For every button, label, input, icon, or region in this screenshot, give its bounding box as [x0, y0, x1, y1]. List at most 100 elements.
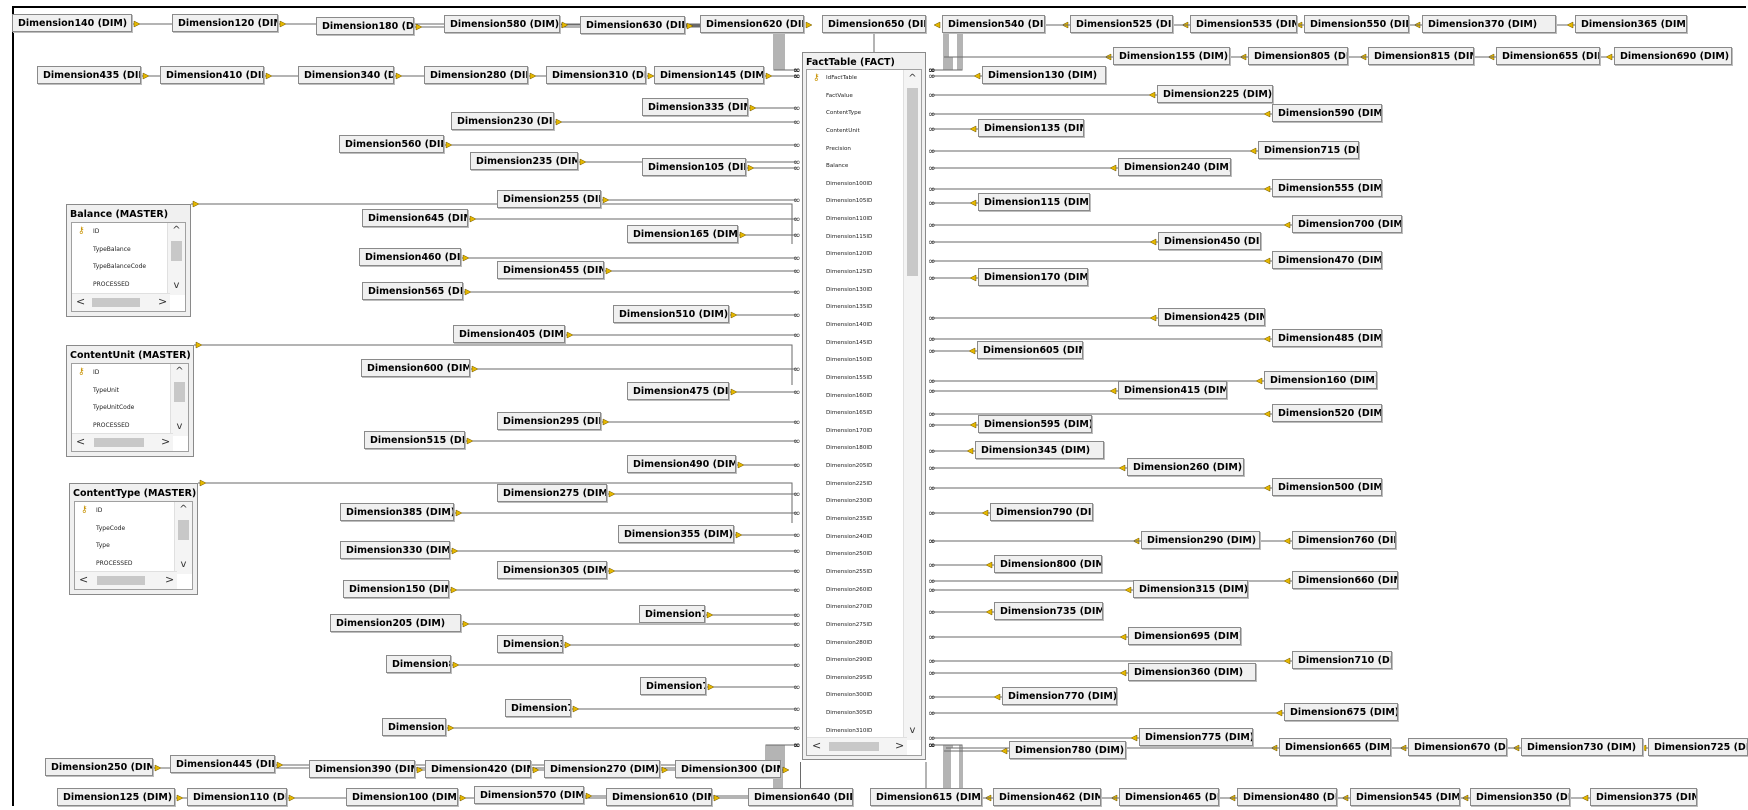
scroll-right-arrow-icon[interactable]: > — [161, 434, 170, 450]
scroll-down-arrow-icon[interactable]: v — [168, 279, 185, 293]
dimension-table[interactable]: Dimension455 (DIM) — [497, 261, 604, 279]
scroll-right-arrow-icon[interactable]: > — [158, 294, 167, 310]
scroll-left-arrow-icon[interactable]: < — [79, 572, 88, 588]
dimension-table[interactable]: Dimension130 (DIM) — [982, 66, 1106, 84]
scroll-thumb[interactable] — [174, 382, 185, 402]
dimension-table[interactable]: Dimension730 (DIM) — [1521, 738, 1643, 756]
dimension-table[interactable]: Dimension630 (DIM) — [580, 16, 685, 34]
dimension-table[interactable]: Dimension300 (DIM) — [675, 760, 781, 778]
dimension-table[interactable]: Dimension620 (DIM) — [700, 15, 804, 33]
dimension-table[interactable]: Dimension280 (DIM) — [424, 66, 528, 84]
dimension-table[interactable]: Dimension75 — [505, 699, 571, 717]
master-table-contenttype[interactable]: ContentType (MASTER) ⚷ ID TypeCode Type P… — [69, 483, 198, 595]
dimension-table[interactable]: Dimension115 (DIM) — [978, 193, 1090, 211]
dimension-table[interactable]: Dimension370 (DIM) — [1422, 15, 1556, 33]
dimension-table[interactable]: Dimension100 (DIM) — [346, 788, 458, 806]
dimension-table[interactable]: Dimension565 (DIM) — [362, 282, 463, 300]
dimension-table[interactable]: Dimension465 (DIM) — [1119, 788, 1219, 806]
fact-table[interactable]: FactTable (FACT) ⚷ IdFactTable FactValue Co… — [802, 52, 926, 760]
dimension-table[interactable]: Dimension350 (DIM) — [1470, 788, 1570, 806]
dimension-table[interactable]: Dimension110 (DIM) — [187, 788, 287, 806]
scroll-down-arrow-icon[interactable]: v — [171, 420, 188, 434]
dimension-table[interactable]: Dimension165 (DIM) — [627, 225, 738, 243]
dimension-table[interactable]: Dimension425 (DIM) — [1158, 308, 1265, 326]
dimension-table[interactable]: Dimension460 (DIM) — [359, 248, 461, 266]
dimension-table[interactable]: Dimension725 (DIM) — [1648, 738, 1748, 756]
horizontal-scrollbar[interactable]: < > — [72, 433, 173, 451]
dimension-table[interactable]: Dimension485 (DIM) — [1272, 329, 1382, 347]
dimension-table[interactable]: Dimension360 (DIM) — [1128, 663, 1256, 681]
vertical-scrollbar[interactable]: ^ v — [167, 223, 185, 295]
dimension-table[interactable]: Dimension275 (DIM) — [497, 484, 607, 502]
scroll-thumb[interactable] — [97, 576, 145, 585]
dimension-table[interactable]: Dimension480 (DIM) — [1237, 788, 1337, 806]
dimension-table[interactable]: Dimension445 (DIM) — [170, 755, 275, 773]
dimension-table[interactable]: Dimension81 — [386, 655, 451, 673]
dimension-table[interactable]: Dimension140 (DIM) — [12, 14, 132, 32]
dimension-table[interactable]: Dimension72 — [640, 677, 706, 695]
dimension-table[interactable]: Dimension120 (DIM) — [172, 14, 278, 32]
dimension-table[interactable]: Dimension650 (DIM) — [822, 15, 926, 33]
dimension-table[interactable]: Dimension180 (DIM) — [316, 17, 414, 35]
dimension-table[interactable]: Dimension462 (DIM) — [993, 788, 1101, 806]
dimension-table[interactable]: Dimension340 (DIM — [298, 66, 394, 84]
scroll-down-arrow-icon[interactable]: v — [175, 558, 192, 572]
dimension-table[interactable]: Dimension615 (DIM) — [870, 788, 982, 806]
dimension-table[interactable]: Dimension595 (DIM) — [978, 415, 1092, 433]
dimension-table[interactable]: Dimension415 (DIM) — [1118, 381, 1227, 399]
dimension-table[interactable]: Dimension32 — [497, 635, 563, 653]
scroll-thumb[interactable] — [171, 241, 182, 261]
dimension-table[interactable]: Dimension435 (DIM) — [37, 66, 141, 84]
dimension-table[interactable]: Dimension670 (DII — [1408, 738, 1507, 756]
dimension-table[interactable]: Dimension385 (DIM) — [340, 503, 454, 521]
dimension-table[interactable]: Dimension515 (DIM) — [364, 431, 465, 449]
dimension-table[interactable]: Dimension605 (DIM) — [977, 341, 1083, 359]
dimension-table[interactable]: Dimension600 (DIM) — [361, 359, 470, 377]
dimension-table[interactable]: Dimension390 (DIM) — [309, 760, 415, 778]
dimension-table[interactable]: Dimension805 (DIM) — [1248, 47, 1348, 65]
horizontal-scrollbar[interactable]: < > — [72, 293, 170, 311]
dimension-table[interactable]: Dimension580 (DIM) — [444, 15, 560, 33]
dimension-table[interactable]: Dimension775 (DIM) — [1139, 728, 1253, 746]
dimension-table[interactable]: Dimension590 (DIM) — [1272, 104, 1382, 122]
dimension-table[interactable]: Dimension315 (DIM) — [1133, 580, 1248, 598]
dimension-table[interactable]: Dimension560 (DIM) — [339, 135, 444, 153]
dimension-table[interactable]: Dimension145 (DIM) — [654, 66, 764, 84]
dimension-table[interactable]: Dimension365 (DIM) — [1575, 15, 1687, 33]
dimension-table[interactable]: Dimension695 (DIM) — [1128, 627, 1241, 645]
dimension-table[interactable]: Dimension500 (DIM) — [1272, 478, 1382, 496]
scroll-thumb[interactable] — [94, 438, 144, 447]
dimension-table[interactable]: Dimension655 (DIM) — [1496, 47, 1600, 65]
dimension-table[interactable]: Dimension290 (DIM) — [1141, 531, 1260, 549]
dimension-table[interactable]: Dimension660 (DIM) — [1292, 571, 1398, 589]
dimension-table[interactable]: Dimension270 (DIM) — [544, 760, 660, 778]
scroll-thumb[interactable] — [829, 742, 879, 751]
diagram-canvas[interactable]: ∞ ∞ ∞ ∞ ∞ ∞ ∞ ∞ ∞ ∞ ∞ ∞ ∞ ∞ ∞ ∞ ∞ ∞ ∞ ∞ ∞ ∞ ∞ ∞ ∞ ∞ ∞ ∞ ∞ ∞ ∞ ∞ ∞ ∞ ∞ ∞ ∞ ∞ ∞ ∞… — [0, 0, 1748, 810]
scroll-thumb[interactable] — [92, 298, 140, 307]
dimension-table[interactable]: Dimension450 (DIM — [1158, 232, 1261, 250]
scroll-left-arrow-icon[interactable]: < — [76, 294, 85, 310]
dimension-table[interactable]: Dimension420 (DIM) — [425, 760, 531, 778]
dimension-table[interactable]: Dimension250 (DIM) — [45, 758, 153, 776]
dimension-table[interactable]: Dimension305 (DIM) — [497, 561, 607, 579]
dimension-table[interactable]: Dimension555 (DIM) — [1272, 179, 1382, 197]
dimension-table[interactable]: Dimension780 (DIM) — [1009, 741, 1126, 759]
dimension-table[interactable]: Dimension335 (DIM) — [642, 98, 748, 116]
dimension-table[interactable]: Dimension225 (DIM) — [1157, 85, 1273, 103]
scroll-thumb[interactable] — [907, 88, 918, 276]
dimension-table[interactable]: Dimension610 (DIM) — [606, 788, 712, 806]
vertical-scrollbar[interactable]: ^ v — [174, 502, 192, 574]
dimension-table[interactable]: Dimension770 (DIM) — [1002, 687, 1117, 705]
dimension-table[interactable]: Dimension535 (DIM) — [1190, 15, 1297, 33]
dimension-table[interactable]: Dimension690 (DIM) — [1614, 47, 1732, 65]
dimension-table[interactable]: Dimension700 (DIM) — [1292, 215, 1402, 233]
dimension-table[interactable]: Dimension550 (DIM) — [1304, 15, 1409, 33]
master-table-contentunit[interactable]: ContentUnit (MASTER) ⚷ ID TypeUnit TypeUn… — [66, 345, 194, 457]
dimension-table[interactable]: Dimension345 (DIM) — [975, 441, 1104, 459]
dimension-table[interactable]: Dimension815 (DIM) — [1368, 47, 1474, 65]
dimension-table[interactable]: Dimension170 (DIM) — [978, 268, 1088, 286]
horizontal-scrollbar[interactable]: < > — [807, 737, 907, 755]
dimension-table[interactable]: Dimension710 (DIM) — [1292, 651, 1392, 669]
dimension-table[interactable]: Dimension160 (DIM) — [1264, 371, 1377, 389]
dimension-table[interactable]: Dimension375 (DIM) — [1590, 788, 1697, 806]
